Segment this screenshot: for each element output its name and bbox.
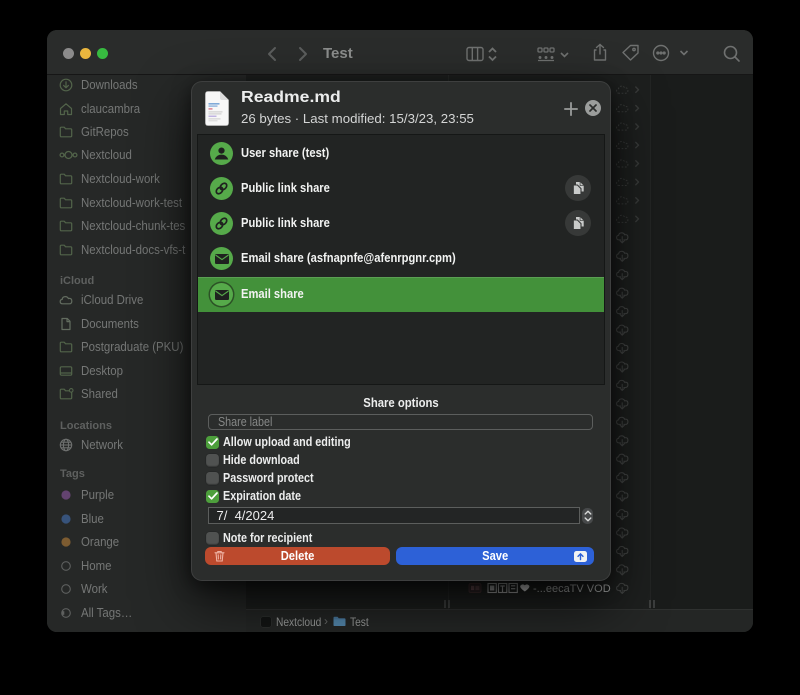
svg-text:-...eecaTV VOD: -...eecaTV VOD — [533, 583, 611, 595]
